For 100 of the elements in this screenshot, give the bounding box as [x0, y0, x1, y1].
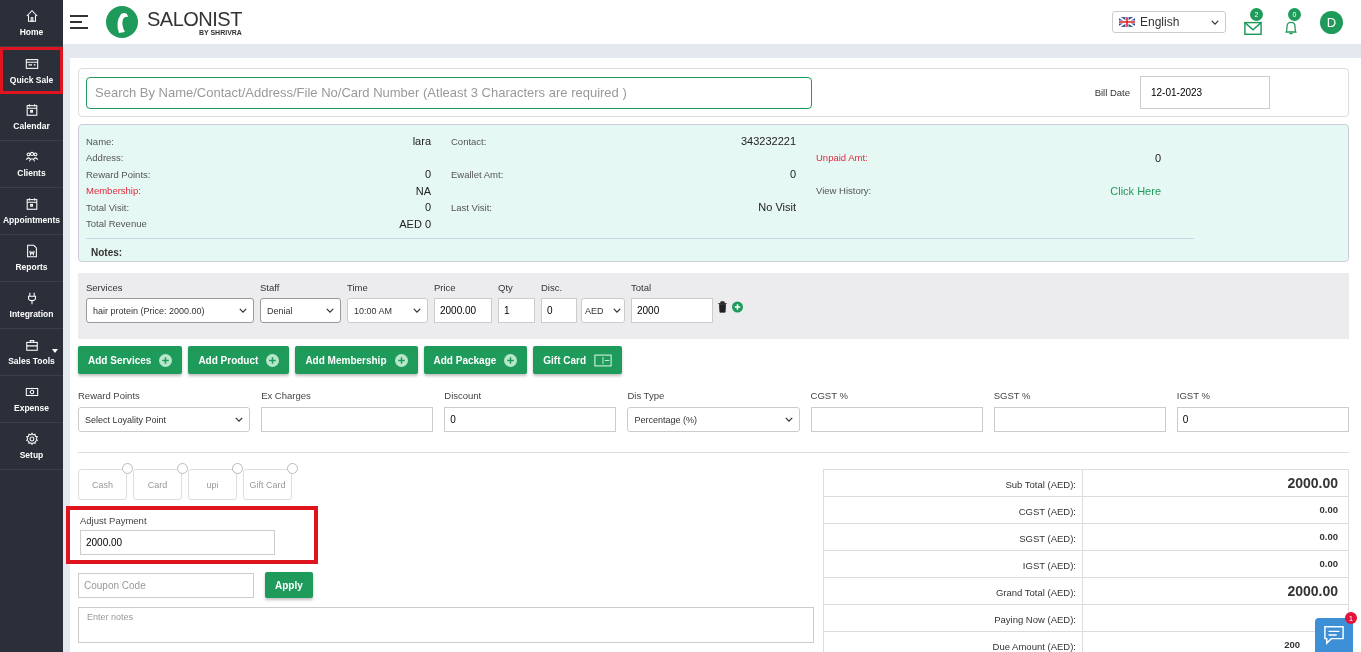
radio-button[interactable]	[177, 463, 188, 474]
field-label: Last Visit:	[451, 201, 492, 213]
field-label: Ewallet Amt:	[451, 168, 504, 180]
service-select[interactable]: hair protein (Price: 2000.00)	[86, 298, 254, 323]
nav-icon	[24, 150, 39, 164]
coupon-field[interactable]: Coupon Code	[78, 572, 254, 598]
nav-icon	[24, 197, 39, 211]
radio-button[interactable]	[232, 463, 243, 474]
field-label: Bill Date	[1094, 87, 1130, 98]
notes-field[interactable]: Enter notes	[78, 607, 814, 643]
field-value: lara	[412, 135, 431, 148]
total-label: Paying Now (AED):	[824, 605, 1083, 631]
column-label: Qty	[498, 282, 514, 293]
total-value: 2000.00	[1286, 474, 1339, 493]
total-value: 0.00	[1318, 530, 1339, 544]
add-button[interactable]: Add Services	[78, 346, 183, 374]
field-value: 0	[424, 168, 431, 181]
date-field[interactable]: 12-01-2023	[1140, 76, 1270, 109]
radio-button[interactable]	[122, 463, 133, 474]
chevron-icon	[784, 417, 793, 422]
nav-icon	[24, 432, 39, 446]
field-label: View History:	[816, 185, 872, 197]
plus-icon	[266, 353, 280, 367]
add-button[interactable]: Add Package	[423, 346, 528, 374]
input-field[interactable]	[993, 407, 1166, 432]
radio-button[interactable]	[287, 463, 298, 474]
field-value: No Visit	[758, 201, 796, 214]
nav-icon	[24, 103, 39, 117]
total-value: 200	[1284, 638, 1300, 652]
field-label: SGST %	[993, 390, 1032, 401]
field-value: 343232221	[740, 135, 796, 148]
total-label: Due Amount (AED):	[824, 632, 1083, 652]
total-label: IGST (AED):	[824, 551, 1083, 577]
user-avatar[interactable]: D	[1320, 10, 1343, 34]
bell-icon[interactable]	[1282, 20, 1300, 36]
menu-icon[interactable]	[69, 14, 89, 30]
language-select[interactable]: English	[1112, 11, 1226, 33]
chevron-icon	[413, 308, 421, 313]
field-label: Contact:	[451, 135, 487, 147]
total-label: Grand Total (AED):	[824, 578, 1083, 604]
total-value: 0.00	[1318, 557, 1339, 571]
field-value: 0	[424, 201, 431, 214]
plus-icon	[394, 353, 408, 367]
logo-icon	[105, 5, 139, 39]
field-value: AED 0	[399, 217, 431, 230]
input-field[interactable]: 0	[444, 407, 617, 432]
chat-icon	[1323, 625, 1345, 645]
price-field[interactable]: 2000.00	[434, 298, 492, 323]
total-label: CGST (AED):	[824, 497, 1083, 523]
staff-select[interactable]: Denial	[260, 298, 341, 323]
field-label: Adjust Payment	[80, 515, 148, 526]
apply-button[interactable]: Apply	[265, 572, 313, 598]
chevron-icon	[326, 308, 334, 313]
dropdown-select[interactable]: Percentage (%)	[627, 407, 800, 432]
field-label: Discount	[444, 390, 483, 401]
mail-icon[interactable]	[1244, 20, 1262, 36]
chat-button[interactable]	[1315, 618, 1353, 652]
nav-icon	[24, 244, 39, 258]
total-value: 0.00	[1318, 503, 1339, 517]
field-label: CGST %	[810, 390, 849, 401]
card-icon	[594, 353, 613, 367]
field-value: NA	[415, 184, 431, 197]
quantity-field[interactable]: 1	[498, 298, 535, 323]
plus-icon	[504, 353, 518, 367]
field-label: Total Visit:	[86, 201, 130, 213]
field-label: Reward Points	[78, 390, 141, 401]
chevron-icon	[235, 417, 244, 422]
sidebar-item[interactable]: Quick Sale	[0, 47, 63, 94]
adjust-payment-field[interactable]: 2000.00	[80, 530, 275, 555]
chevron-icon	[1211, 19, 1219, 25]
add-button[interactable]: Add Product	[188, 346, 290, 374]
chevron-icon	[239, 308, 247, 313]
total-field[interactable]: 2000	[631, 298, 713, 323]
unit-select[interactable]: AED	[581, 298, 625, 323]
nav-icon	[24, 56, 39, 71]
column-label: Price	[434, 282, 457, 293]
column-label: Services	[86, 282, 124, 293]
field-label: Reward Points:	[86, 168, 151, 180]
add-icon[interactable]	[732, 301, 743, 313]
nav-icon	[24, 385, 39, 399]
dropdown-select[interactable]: Select Loyality Point	[78, 407, 251, 432]
search-field[interactable]: Search By Name/Contact/Address/File No/Card Number (Atleast 3 Characters are required )	[86, 76, 812, 109]
input-field[interactable]	[261, 407, 434, 432]
field-value: 0	[1154, 151, 1161, 164]
caret-icon	[52, 349, 58, 353]
add-button[interactable]: Add Membership	[295, 346, 418, 374]
discount-field[interactable]: 0	[541, 298, 577, 323]
plus-icon	[159, 353, 173, 367]
add-button[interactable]: Gift Card	[533, 346, 623, 374]
field-value: 0	[789, 168, 796, 181]
total-label: Sub Total (AED):	[824, 470, 1083, 496]
field-label: Ex Charges	[261, 390, 312, 401]
brand-name: SALONIST	[147, 8, 242, 29]
field-label: Name:	[86, 135, 114, 147]
time-select[interactable]: 10:00 AM	[347, 298, 428, 323]
field-label: Dis Type	[627, 390, 666, 401]
input-field[interactable]: 0	[1176, 407, 1349, 432]
nav-icon	[24, 9, 39, 23]
input-field[interactable]	[810, 407, 983, 432]
delete-icon[interactable]	[717, 301, 728, 313]
